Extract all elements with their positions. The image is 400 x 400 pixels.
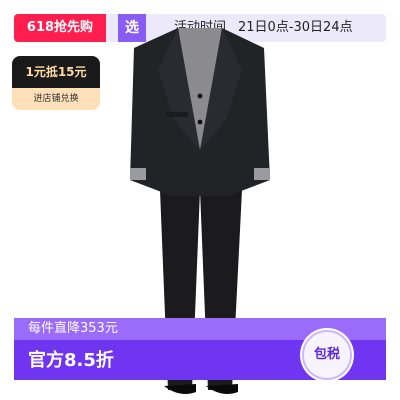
discount-line: 每件直降353元: [28, 321, 118, 336]
product-image-stage: 618抢先购 选 活动时间 21日0点-30日24点 1元抵15元 进店铺兑换 …: [0, 0, 400, 400]
coupon-headline: 1元抵15元: [12, 56, 100, 88]
event-badge: 618抢先购: [14, 14, 106, 42]
coupon-action[interactable]: 进店铺兑换: [12, 88, 100, 110]
coupon-card[interactable]: 1元抵15元 进店铺兑换: [12, 56, 100, 110]
official-discount: 官方8.5折: [28, 350, 114, 371]
tax-label: 包税: [313, 347, 340, 362]
tax-included-badge: 包税: [302, 330, 352, 380]
